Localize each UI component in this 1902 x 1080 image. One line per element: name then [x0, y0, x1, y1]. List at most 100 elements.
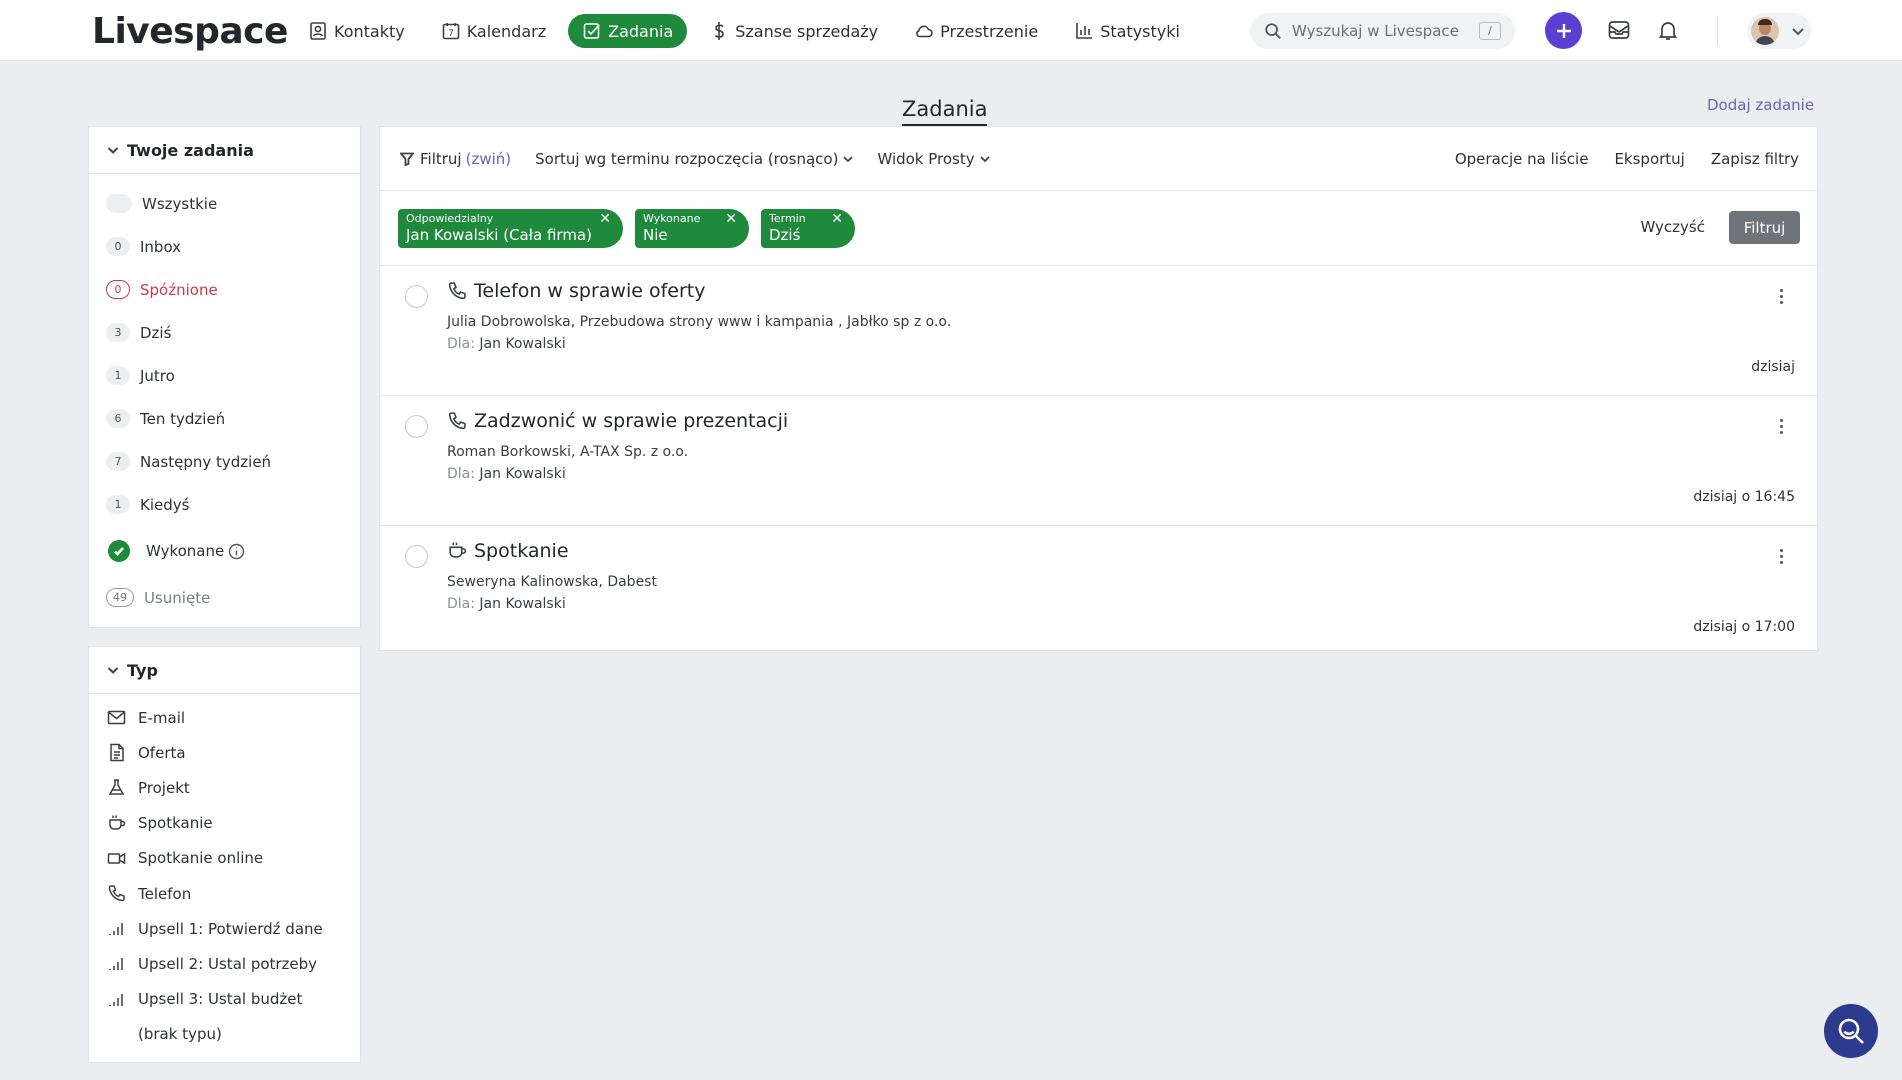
filter-label: Jutro [140, 366, 175, 385]
search-box[interactable]: / [1250, 13, 1515, 49]
view-dropdown[interactable]: Widok Prosty [877, 150, 990, 168]
mail-button[interactable] [1605, 16, 1633, 44]
task-title[interactable]: Telefon w sprawie oferty [447, 280, 705, 302]
filter-label: Usunięte [144, 588, 211, 607]
save-filters-button[interactable]: Zapisz filtry [1711, 150, 1799, 168]
chevron-down-icon [980, 155, 990, 162]
sort-dropdown[interactable]: Sortuj wg terminu rozpoczęcia (rosnąco) [535, 149, 854, 168]
type-panel: Typ E-mail Oferta Projekt Spotkanie Spot… [88, 646, 361, 1063]
calendar-icon: 7 [442, 23, 460, 40]
nav-contacts-label: Kontakty [334, 21, 405, 41]
type-heading: Typ [127, 660, 158, 680]
nav-statistics-label: Statystyki [1100, 21, 1180, 41]
task-assignee: Dla: Jan Kowalski [447, 336, 566, 352]
quick-add-button[interactable] [1545, 12, 1582, 49]
complete-task-checkbox[interactable] [405, 285, 428, 308]
contact-card-icon [310, 22, 326, 40]
type-label: Oferta [138, 743, 186, 762]
clear-filters-button[interactable]: Wyczyść [1640, 218, 1705, 236]
filter-chip-done[interactable]: Wykonane Nie ✕ [635, 208, 749, 248]
livespace-logo[interactable]: Livespace [92, 11, 288, 52]
info-icon[interactable] [228, 543, 245, 560]
task-row[interactable]: Spotkanie Seweryna Kalinowska, Dabest Dl… [380, 526, 1817, 656]
filter-inbox[interactable]: 0 Inbox [89, 225, 360, 268]
filter-this-week[interactable]: 6 Ten tydzień [89, 397, 360, 440]
notifications-button[interactable] [1654, 16, 1682, 44]
filter-deleted[interactable]: 49 Usunięte [89, 576, 360, 619]
filter-today[interactable]: 3 Dziś [89, 311, 360, 354]
search-icon [1838, 1018, 1864, 1044]
funnel-icon [400, 152, 414, 166]
chip-value: Dziś [769, 226, 801, 244]
count-badge: 1 [106, 495, 130, 514]
more-options-icon[interactable] [1773, 416, 1789, 438]
filter-all[interactable]: Wszystkie [89, 182, 360, 225]
filter-chip-due[interactable]: Termin Dziś ✕ [761, 208, 855, 248]
complete-task-checkbox[interactable] [405, 545, 428, 568]
type-upsell-3[interactable]: Upsell 3: Ustal budżet [89, 982, 360, 1017]
filter-done[interactable]: Wykonane [89, 526, 360, 576]
filter-label: Inbox [140, 237, 182, 256]
type-header[interactable]: Typ [89, 647, 360, 694]
mailbox-icon [1608, 21, 1630, 39]
filter-toggle-label: Filtruj [420, 149, 462, 168]
type-offer[interactable]: Oferta [89, 735, 360, 770]
filter-label: Ten tydzień [140, 409, 226, 428]
nav-calendar[interactable]: 7 Kalendarz [427, 14, 560, 48]
help-search-button[interactable] [1824, 1004, 1878, 1058]
task-due: dzisiaj o 17:00 [1693, 619, 1795, 635]
add-task-link[interactable]: Dodaj zadanie [1707, 96, 1814, 114]
filter-someday[interactable]: 1 Kiedyś [89, 483, 360, 526]
nav-statistics[interactable]: Statystyki [1060, 14, 1194, 48]
apply-filters-button[interactable]: Filtruj [1729, 211, 1800, 244]
chip-key: Wykonane [643, 212, 701, 225]
cloud-icon [916, 25, 933, 38]
user-menu[interactable] [1747, 13, 1811, 49]
close-icon[interactable]: ✕ [725, 211, 737, 227]
close-icon[interactable]: ✕ [599, 211, 611, 227]
task-title[interactable]: Zadzwonić w sprawie prezentacji [447, 410, 788, 432]
more-options-icon[interactable] [1773, 286, 1789, 308]
filter-next-week[interactable]: 7 Następny tydzień [89, 440, 360, 483]
search-input[interactable] [1292, 22, 1472, 40]
your-tasks-header[interactable]: Twoje zadania [89, 127, 360, 174]
nav-contacts[interactable]: Kontakty [294, 14, 419, 48]
task-row[interactable]: Zadzwonić w sprawie prezentacji Roman Bo… [380, 396, 1817, 526]
svg-text:7: 7 [448, 29, 454, 39]
nav-tasks[interactable]: Zadania [568, 14, 688, 48]
nav-opportunities[interactable]: Szanse sprzedaży [695, 14, 892, 48]
type-online-meeting[interactable]: Spotkanie online [89, 841, 360, 876]
document-icon [107, 743, 126, 762]
page-title: Zadania [902, 97, 988, 126]
count-badge: 6 [106, 409, 130, 428]
type-project[interactable]: Projekt [89, 770, 360, 805]
signal-bars-icon [107, 954, 126, 973]
list-operations-button[interactable]: Operacje na liście [1455, 150, 1589, 168]
close-icon[interactable]: ✕ [831, 211, 843, 227]
type-meeting[interactable]: Spotkanie [89, 806, 360, 841]
filter-chip-responsible[interactable]: Odpowiedzialny Jan Kowalski (Cała firma)… [398, 208, 623, 248]
type-phone[interactable]: Telefon [89, 876, 360, 911]
type-none[interactable]: (brak typu) [89, 1017, 360, 1052]
dollar-icon [715, 22, 725, 40]
type-upsell-2[interactable]: Upsell 2: Ustal potrzeby [89, 946, 360, 981]
count-badge: 49 [106, 588, 134, 607]
type-upsell-1[interactable]: Upsell 1: Potwierdź dane [89, 911, 360, 946]
type-label: (brak typu) [138, 1025, 222, 1044]
task-row[interactable]: Telefon w sprawie oferty Julia Dobrowols… [380, 266, 1817, 396]
flask-icon [107, 778, 126, 797]
export-button[interactable]: Eksportuj [1614, 150, 1684, 168]
collapse-link[interactable]: (zwiń) [466, 150, 512, 168]
more-options-icon[interactable] [1773, 546, 1789, 568]
filter-toggle[interactable]: Filtruj (zwiń) [400, 150, 511, 168]
type-email[interactable]: E-mail [89, 700, 360, 735]
complete-task-checkbox[interactable] [405, 415, 428, 438]
filter-tomorrow[interactable]: 1 Jutro [89, 354, 360, 397]
task-list-card: Filtruj (zwiń) Sortuj wg terminu rozpocz… [379, 126, 1818, 651]
task-title[interactable]: Spotkanie [447, 540, 569, 562]
type-label: Telefon [138, 884, 192, 903]
nav-spaces[interactable]: Przestrzenie [900, 14, 1052, 48]
filter-label: Wszystkie [142, 194, 218, 213]
filter-late[interactable]: 0 Spóźnione [89, 268, 360, 311]
sort-label: Sortuj wg terminu rozpoczęcia (rosnąco) [535, 149, 839, 168]
